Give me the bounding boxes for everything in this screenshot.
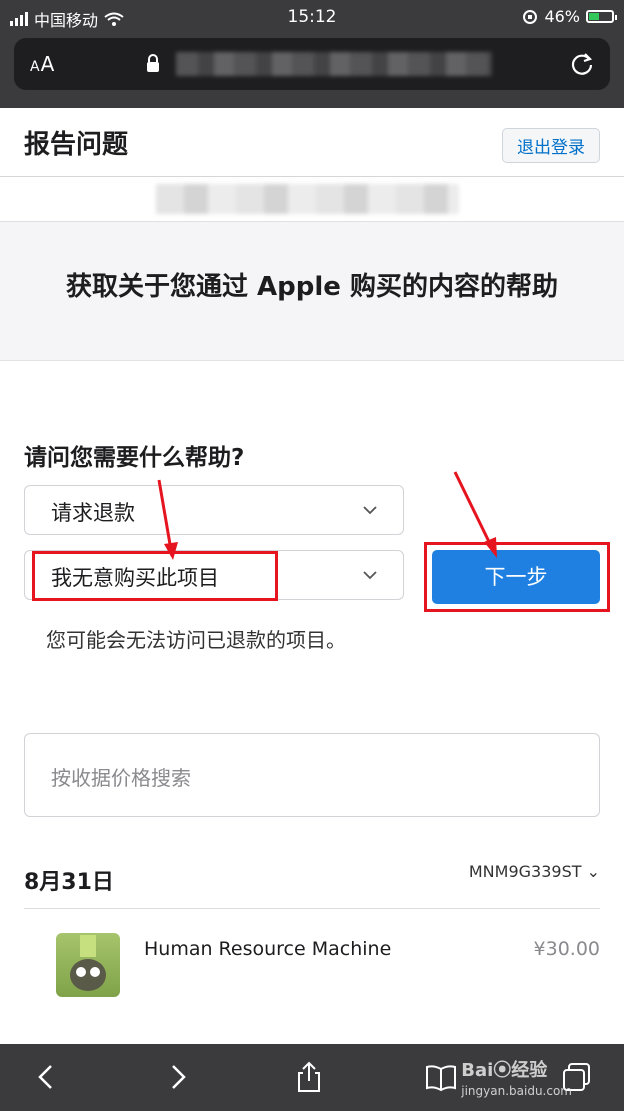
purchase-date: 8月31日 (24, 870, 114, 895)
back-icon[interactable] (30, 1060, 64, 1094)
browser-toolbar: Bai⦿经验 jingyan.baidu.com (0, 1044, 624, 1111)
receipt-search-input[interactable]: 按收据价格搜索 (24, 733, 600, 817)
purchase-item-name[interactable]: Human Resource Machine (144, 938, 391, 960)
annotation-arrowhead-next (484, 537, 497, 558)
annotation-arrows (157, 471, 497, 560)
annotation-arrow-next (453, 471, 496, 553)
purchase-item-price: ¥30.00 (533, 938, 600, 960)
share-icon[interactable] (292, 1060, 326, 1094)
search-placeholder: 按收据价格搜索 (51, 766, 191, 790)
bookmarks-icon[interactable] (424, 1060, 458, 1094)
divider (24, 908, 600, 909)
forward-icon[interactable] (160, 1060, 194, 1094)
app-icon (56, 933, 120, 997)
annotation-arrowhead-reason (164, 542, 178, 560)
order-id-dropdown[interactable]: MNM9G339ST ⌄ (469, 862, 600, 881)
baidu-watermark: Bai⦿经验 jingyan.baidu.com (461, 1060, 572, 1098)
refund-note: 您可能会无法访问已退款的项目。 (46, 628, 346, 652)
